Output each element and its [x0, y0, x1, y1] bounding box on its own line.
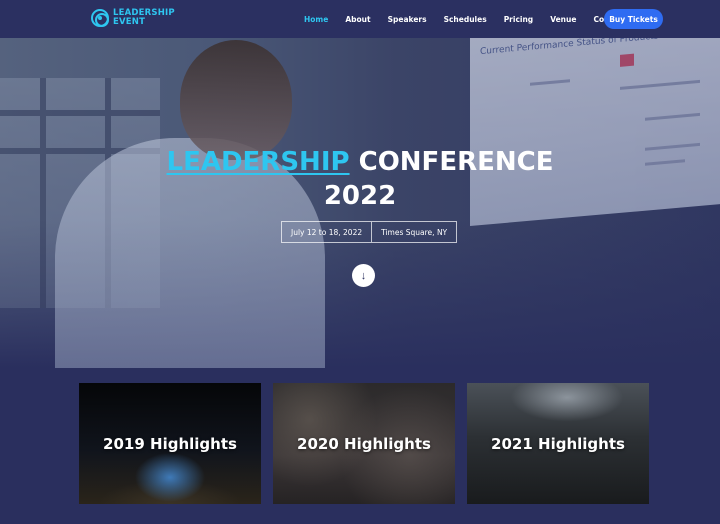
- nav-item-venue[interactable]: Venue: [550, 15, 576, 24]
- logo-text: LEADERSHIP EVENT: [113, 9, 175, 27]
- main-menu: Home About Speakers Schedules Pricing Ve…: [304, 0, 643, 38]
- highlights-gallery: 2019 Highlights 2020 Highlights 2021 Hig…: [79, 383, 649, 504]
- logo-target-icon: [91, 9, 109, 27]
- top-navbar: LEADERSHIP EVENT Home About Speakers Sch…: [0, 0, 720, 38]
- hero-figure-head: [180, 40, 292, 160]
- highlight-card-2021[interactable]: 2021 Highlights: [467, 383, 649, 504]
- nav-item-schedules[interactable]: Schedules: [444, 15, 487, 24]
- event-location: Times Square, NY: [372, 221, 458, 243]
- nav-item-about[interactable]: About: [345, 15, 370, 24]
- logo-line-2: EVENT: [113, 17, 146, 27]
- nav-item-pricing[interactable]: Pricing: [504, 15, 534, 24]
- hero-title: LEADERSHIP CONFERENCE 2022: [0, 145, 720, 213]
- hero-title-year: 2022: [323, 181, 397, 211]
- highlight-label: 2019 Highlights: [103, 434, 237, 453]
- highlight-label: 2021 Highlights: [491, 434, 625, 453]
- site-logo[interactable]: LEADERSHIP EVENT: [91, 9, 175, 27]
- nav-item-home[interactable]: Home: [304, 15, 328, 24]
- nav-item-speakers[interactable]: Speakers: [388, 15, 427, 24]
- hero-section: Current Performance Status of Products L…: [0, 38, 720, 368]
- scroll-down-button[interactable]: ↓: [352, 264, 375, 287]
- highlight-card-2019[interactable]: 2019 Highlights: [79, 383, 261, 504]
- buy-tickets-button[interactable]: Buy Tickets: [604, 9, 663, 29]
- highlight-card-2020[interactable]: 2020 Highlights: [273, 383, 455, 504]
- hero-title-accent: LEADERSHIP: [166, 147, 350, 177]
- highlight-label: 2020 Highlights: [297, 434, 431, 453]
- hero-title-rest: CONFERENCE: [358, 147, 554, 177]
- event-meta: July 12 to 18, 2022 Times Square, NY: [281, 221, 458, 243]
- arrow-down-icon: ↓: [360, 269, 367, 282]
- event-date: July 12 to 18, 2022: [281, 221, 373, 243]
